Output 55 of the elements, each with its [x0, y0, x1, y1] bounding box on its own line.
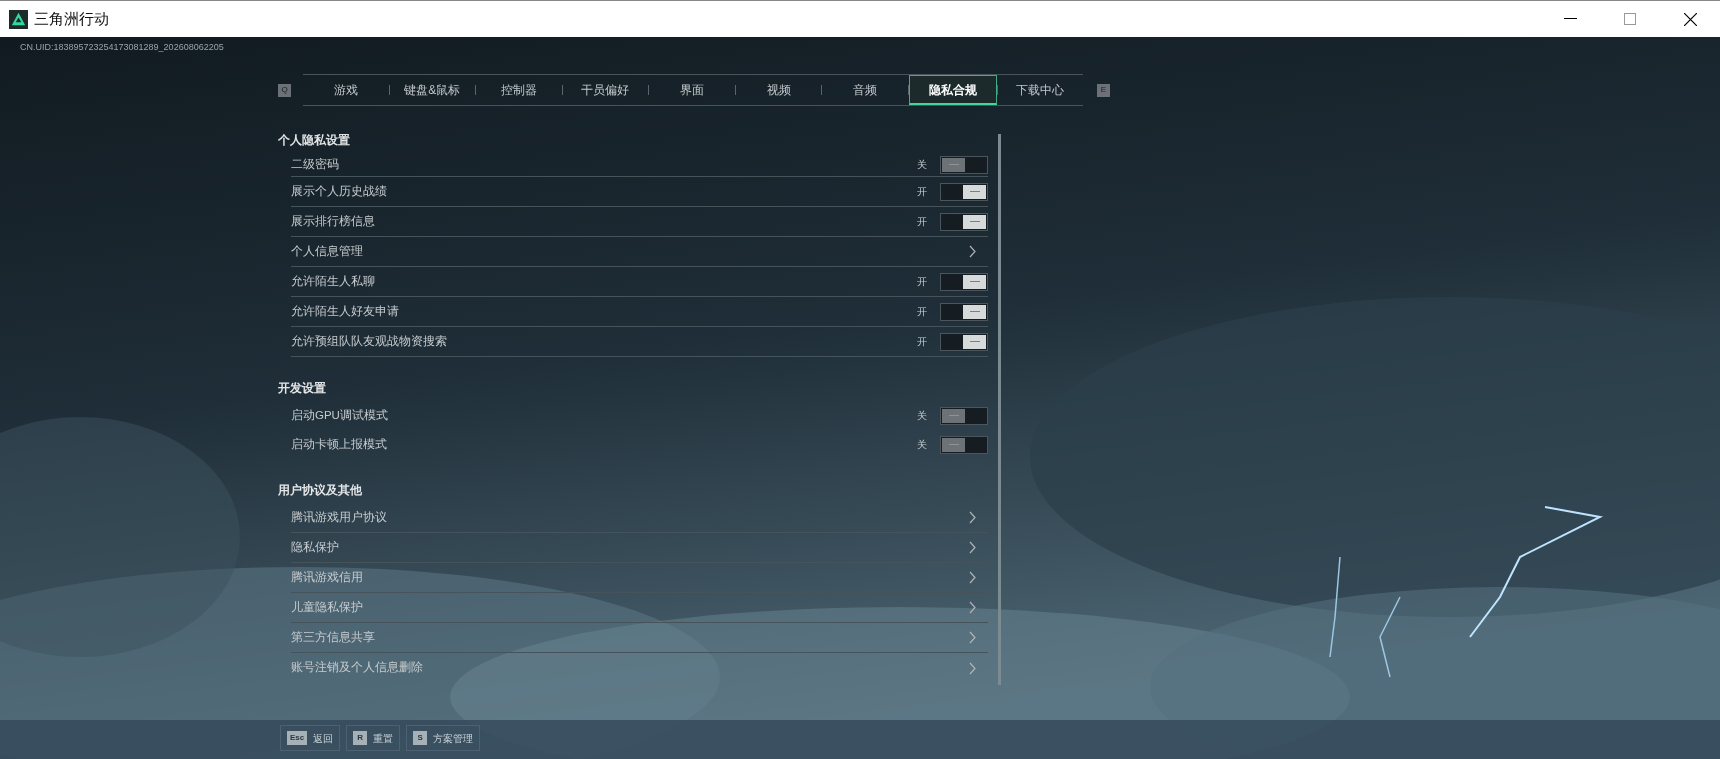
chevron-right-icon[interactable] — [969, 511, 976, 524]
state-text: 开 — [917, 215, 927, 229]
setting-label: 二级密码 — [291, 156, 339, 172]
section-heading: 个人隐私设置 — [278, 132, 351, 149]
window-title: 三角洲行动 — [34, 8, 109, 29]
setting-label: 儿童隐私保护 — [291, 599, 363, 615]
setting-label: 腾讯游戏信用 — [291, 569, 363, 585]
maximize-icon — [1624, 13, 1636, 25]
settings-tab[interactable]: 界面 — [649, 75, 735, 105]
settings-tab[interactable]: 干员偏好 — [562, 75, 649, 105]
setting-label: 允许陌生人私聊 — [291, 273, 375, 289]
footer-button[interactable]: Esc 返回 — [280, 725, 341, 751]
key-hint: R — [353, 731, 368, 745]
minimize-icon — [1563, 18, 1577, 20]
settings-tab[interactable]: 音频 — [822, 75, 908, 105]
setting-label: 隐私保护 — [291, 539, 339, 555]
state-text: 开 — [917, 335, 927, 349]
app-logo-icon — [9, 9, 28, 29]
setting-label: 账号注销及个人信息删除 — [291, 660, 423, 676]
chevron-right-icon[interactable] — [969, 601, 976, 614]
settings-tab[interactable]: 游戏 — [303, 75, 389, 105]
close-icon — [1683, 12, 1697, 26]
setting-label: 展示个人历史战绩 — [291, 183, 387, 199]
setting-label: 启动GPU调试模式 — [291, 407, 388, 423]
setting-label: 允许预组队队友观战物资搜索 — [291, 333, 447, 349]
state-text: 关 — [917, 158, 927, 172]
footer-button[interactable]: S 方案管理 — [406, 725, 481, 751]
setting-label: 展示排行榜信息 — [291, 213, 375, 229]
settings-tab[interactable]: 隐私合规 — [908, 75, 997, 105]
setting-label: 启动卡顿上报模式 — [291, 436, 387, 452]
state-text: 开 — [917, 275, 927, 289]
setting-label: 腾讯游戏用户协议 — [291, 509, 387, 525]
footer-button[interactable]: R 重置 — [346, 725, 401, 751]
setting-label: 允许陌生人好友申请 — [291, 303, 399, 319]
chevron-right-icon[interactable] — [969, 245, 976, 258]
state-text: 关 — [917, 409, 927, 423]
state-text: 关 — [917, 438, 927, 452]
key-hint: S — [413, 731, 428, 745]
state-text: 开 — [917, 185, 927, 199]
setting-label: 第三方信息共享 — [291, 629, 375, 645]
key-hint: Esc — [287, 731, 308, 745]
footer-label: 重置 — [373, 731, 394, 746]
section-heading: 开发设置 — [278, 380, 327, 397]
uid-text: CN.UID:183895723254173081289_202608062205 — [20, 41, 224, 54]
footer-label: 返回 — [313, 731, 334, 746]
settings-tab[interactable]: 视频 — [735, 75, 822, 105]
settings-tab[interactable]: 下载中心 — [997, 75, 1084, 105]
settings-tab[interactable]: 键盘&鼠标 — [389, 75, 476, 105]
footer-label: 方案管理 — [433, 731, 474, 746]
setting-label: 个人信息管理 — [291, 243, 363, 259]
chevron-right-icon[interactable] — [969, 571, 976, 584]
section-heading: 用户协议及其他 — [278, 482, 363, 499]
state-text: 开 — [917, 305, 927, 319]
chevron-right-icon[interactable] — [969, 541, 976, 554]
settings-tab[interactable]: 控制器 — [476, 75, 562, 105]
